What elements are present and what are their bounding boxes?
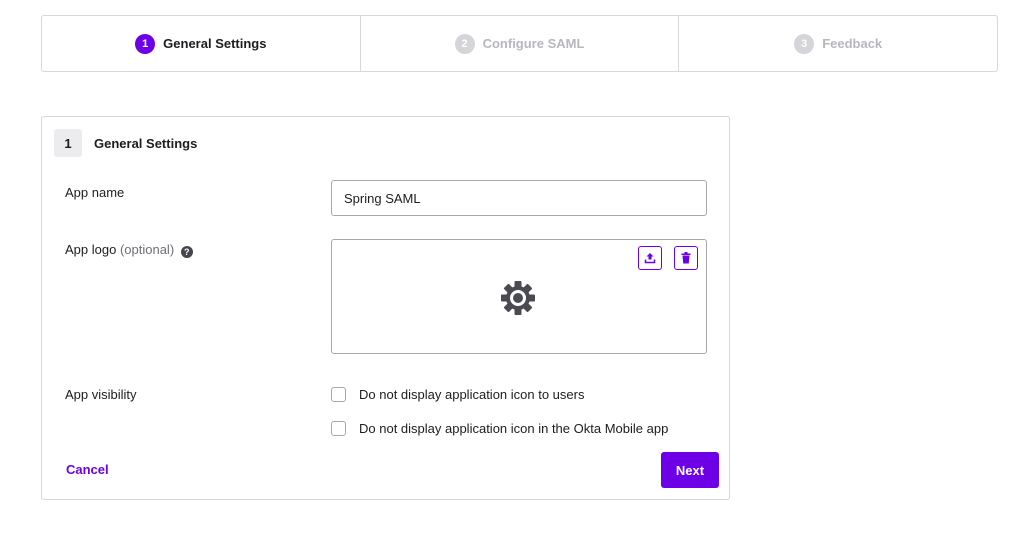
next-button[interactable]: Next: [661, 452, 719, 488]
section-title: General Settings: [94, 135, 198, 151]
checkbox-label: Do not display application icon to users: [359, 387, 585, 402]
upload-icon: [644, 253, 656, 264]
upload-logo-button[interactable]: [638, 246, 662, 270]
hide-icon-users-checkbox[interactable]: [331, 387, 346, 402]
wizard-stepper: 1 General Settings 2 Configure SAML 3 Fe…: [41, 15, 998, 72]
trash-icon: [681, 252, 691, 264]
app-logo-label-row: App logo (optional) ?: [65, 242, 193, 258]
step-number-badge: 3: [794, 33, 815, 54]
visibility-option-mobile[interactable]: Do not display application icon in the O…: [331, 421, 668, 436]
step-general-settings[interactable]: 1 General Settings: [42, 16, 360, 71]
step-label: Feedback: [822, 36, 883, 51]
delete-logo-button[interactable]: [674, 246, 698, 270]
app-name-label: App name: [65, 185, 125, 200]
app-visibility-label: App visibility: [65, 387, 137, 402]
section-header: 1 General Settings: [54, 129, 197, 157]
step-label: General Settings: [163, 36, 267, 51]
app-name-input[interactable]: [331, 180, 707, 216]
visibility-option-users[interactable]: Do not display application icon to users: [331, 387, 584, 402]
hide-icon-mobile-checkbox[interactable]: [331, 421, 346, 436]
app-logo-dropzone[interactable]: [331, 239, 707, 354]
step-configure-saml[interactable]: 2 Configure SAML: [359, 16, 679, 71]
app-logo-label: App logo: [65, 242, 117, 257]
step-label: Configure SAML: [482, 36, 585, 51]
step-number-badge: 1: [135, 33, 156, 54]
cancel-button[interactable]: Cancel: [66, 462, 109, 477]
step-number-badge: 2: [454, 33, 475, 54]
gear-icon: [501, 281, 535, 315]
general-settings-card: 1 General Settings App name App logo (op…: [41, 116, 730, 500]
section-number: 1: [54, 129, 82, 157]
step-feedback[interactable]: 3 Feedback: [678, 16, 997, 71]
optional-hint: (optional): [119, 242, 175, 257]
checkbox-label: Do not display application icon in the O…: [359, 421, 669, 436]
question-circle-icon[interactable]: ?: [180, 246, 193, 258]
